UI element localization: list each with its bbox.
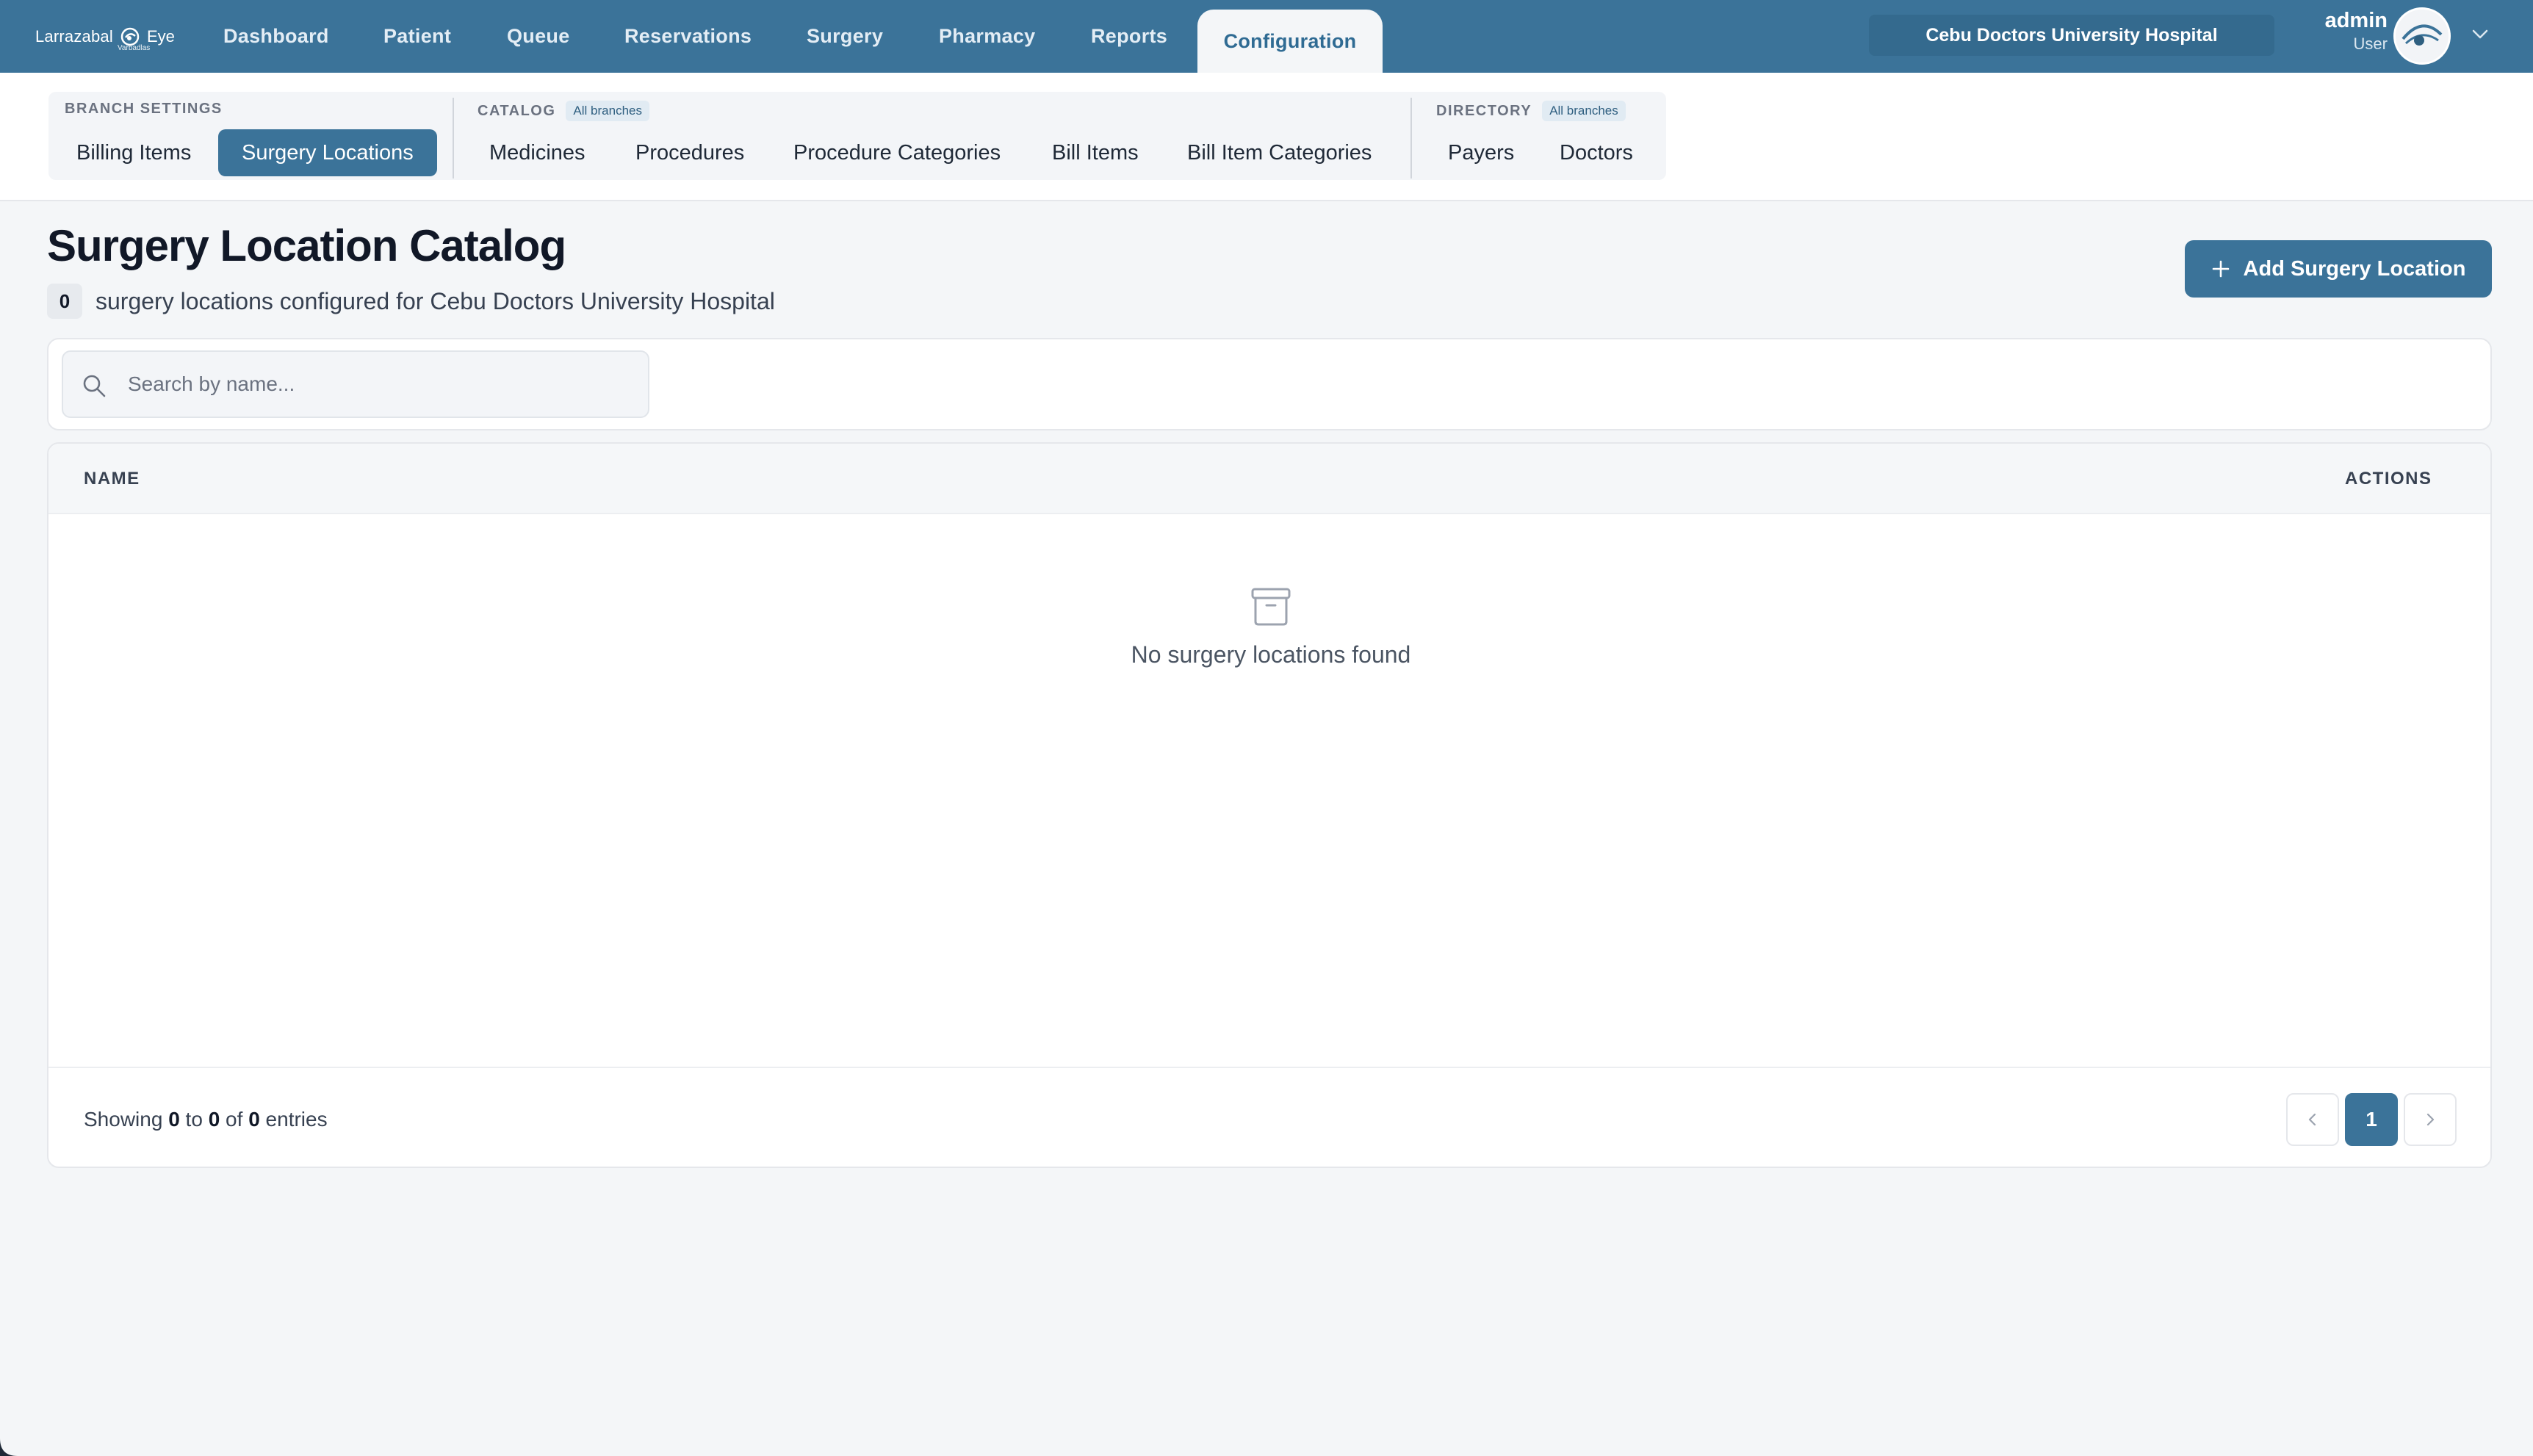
subnav-item-medicines[interactable]: Medicines xyxy=(489,129,585,176)
search-input[interactable] xyxy=(128,352,635,417)
subnav-item-procedure-categories[interactable]: Procedure Categories xyxy=(793,129,1001,176)
pagination-page-1[interactable]: 1 xyxy=(2345,1093,2398,1146)
subnav-item-procedures[interactable]: Procedures xyxy=(635,129,744,176)
nav-tab-pharmacy[interactable]: Pharmacy xyxy=(939,0,1035,73)
chevron-right-icon xyxy=(2426,1113,2435,1126)
eye-avatar-icon xyxy=(2396,10,2449,62)
brand-name-secondary: Eye xyxy=(146,27,175,46)
brand-logo[interactable]: Larrazabal Eye Varbadlas xyxy=(35,21,175,53)
count-badge: 0 xyxy=(47,284,82,319)
table-footer: Showing 0 to 0 of 0 entries 1 xyxy=(48,1067,2490,1167)
column-header-actions: ACTIONS xyxy=(2345,469,2432,489)
subnav-item-bill-item-categories[interactable]: Bill Item Categories xyxy=(1187,129,1372,176)
chevron-left-icon xyxy=(2308,1113,2316,1126)
count-description: surgery locations configured for Cebu Do… xyxy=(96,287,775,314)
nav-tab-dashboard[interactable]: Dashboard xyxy=(223,0,329,73)
add-button-label: Add Surgery Location xyxy=(2243,256,2466,281)
subnav-item-bill-items[interactable]: Bill Items xyxy=(1052,129,1139,176)
user-info[interactable]: admin User xyxy=(2299,9,2388,54)
group-label-text: BRANCH SETTINGS xyxy=(65,101,223,117)
subnav-item-payers[interactable]: Payers xyxy=(1448,129,1514,176)
user-role: User xyxy=(2353,35,2388,53)
all-branches-badge: All branches xyxy=(566,101,649,121)
group-label-branch-settings: BRANCH SETTINGS xyxy=(65,101,223,118)
page-title: Surgery Location Catalog xyxy=(47,221,566,270)
subnav-item-billing-items[interactable]: Billing Items xyxy=(76,129,191,176)
showing-to-word: to xyxy=(185,1108,203,1131)
location-count-summary: 0 surgery locations configured for Cebu … xyxy=(47,284,775,319)
brand-name-primary: Larrazabal xyxy=(35,27,113,46)
subnav-divider xyxy=(1410,98,1412,179)
nav-tab-queue[interactable]: Queue xyxy=(507,0,570,73)
showing-label: Showing xyxy=(84,1108,163,1131)
nav-tab-reservations[interactable]: Reservations xyxy=(624,0,752,73)
add-surgery-location-button[interactable]: Add Surgery Location xyxy=(2185,240,2492,298)
group-label-text: DIRECTORY xyxy=(1436,102,1532,119)
empty-state-message: No surgery locations found xyxy=(1131,641,1411,668)
nav-tab-surgery[interactable]: Surgery xyxy=(807,0,883,73)
all-branches-badge: All branches xyxy=(1542,101,1626,121)
nav-tab-configuration[interactable]: Configuration xyxy=(1197,10,1383,73)
pagination-prev-button[interactable] xyxy=(2286,1093,2339,1146)
group-label-catalog: CATALOG All branches xyxy=(478,101,649,121)
search-icon xyxy=(83,375,106,397)
showing-from: 0 xyxy=(168,1108,180,1131)
showing-to: 0 xyxy=(208,1108,220,1131)
empty-state: No surgery locations found xyxy=(48,583,2490,668)
showing-of-word: of xyxy=(226,1108,243,1131)
group-label-text: CATALOG xyxy=(478,102,556,119)
brand-subtitle: Varbadlas xyxy=(118,44,151,52)
nav-tab-patient[interactable]: Patient xyxy=(383,0,451,73)
subnav-item-doctors[interactable]: Doctors xyxy=(1560,129,1633,176)
pagination-summary: Showing 0 to 0 of 0 entries xyxy=(84,1108,328,1131)
column-header-name[interactable]: NAME xyxy=(84,469,140,489)
showing-total: 0 xyxy=(248,1108,260,1131)
archive-box-icon xyxy=(1251,588,1291,626)
search-card xyxy=(47,338,2492,430)
window-corner-decoration xyxy=(0,1438,18,1456)
pagination-next-button[interactable] xyxy=(2404,1093,2457,1146)
nav-tab-reports[interactable]: Reports xyxy=(1091,0,1167,73)
group-label-directory: DIRECTORY All branches xyxy=(1436,101,1626,121)
user-name: admin xyxy=(2324,9,2388,32)
avatar[interactable] xyxy=(2393,7,2451,65)
chevron-down-icon[interactable] xyxy=(2468,22,2492,46)
top-navbar: Larrazabal Eye Varbadlas Dashboard Patie… xyxy=(0,0,2533,73)
subnav-divider xyxy=(453,98,454,179)
surgery-locations-table: NAME ACTIONS No surgery locations found … xyxy=(47,442,2492,1168)
subnav-item-surgery-locations[interactable]: Surgery Locations xyxy=(218,129,437,176)
hospital-selector[interactable]: Cebu Doctors University Hospital xyxy=(1869,15,2274,56)
showing-entries-word: entries xyxy=(265,1108,328,1131)
plus-icon xyxy=(2212,260,2229,278)
table-header: NAME ACTIONS xyxy=(48,444,2490,514)
search-box[interactable] xyxy=(62,350,649,418)
